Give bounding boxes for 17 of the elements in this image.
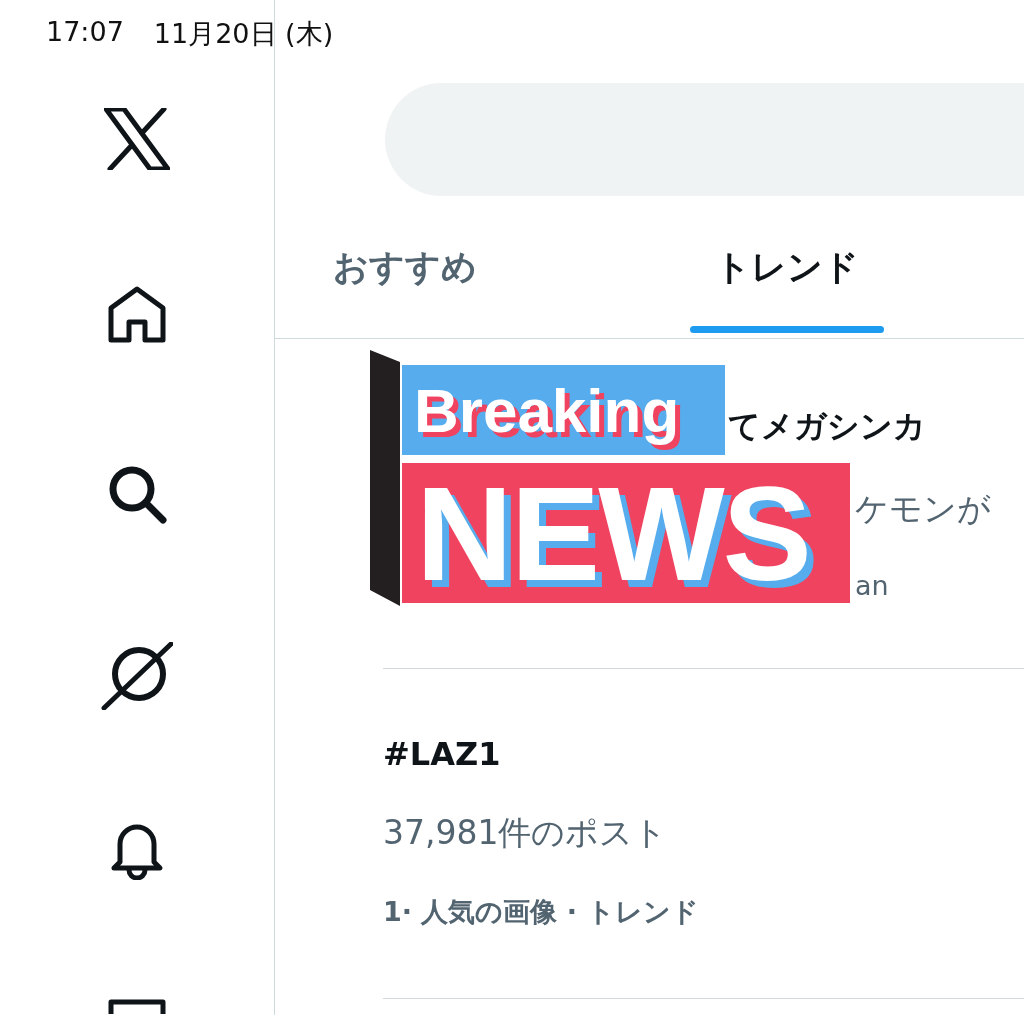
trend-meta: 1· 人気の画像 · トレンド — [383, 895, 700, 929]
tab[interactable]: トレンド — [690, 196, 884, 338]
news-banner: NEWS — [402, 463, 850, 603]
status-time: 17:07 — [46, 16, 124, 49]
trend-title[interactable]: #LAZ1 — [383, 735, 1024, 773]
trend-meta: an — [855, 570, 890, 601]
status-date: 11月20日 (木) — [153, 17, 334, 51]
home-icon[interactable] — [107, 286, 167, 344]
breaking-banner: Breaking — [402, 365, 725, 455]
post-count: 37,981件のポスト — [383, 812, 669, 854]
search-icon[interactable] — [107, 464, 167, 524]
slashed-circle-icon[interactable] — [101, 642, 173, 710]
message-icon[interactable] — [107, 998, 167, 1014]
trend-title[interactable]: てメガシンカ — [728, 405, 1024, 449]
post-count: ケモンが — [855, 488, 992, 530]
tab[interactable]: おすすめ — [305, 196, 505, 338]
x-logo-icon[interactable] — [104, 108, 170, 170]
